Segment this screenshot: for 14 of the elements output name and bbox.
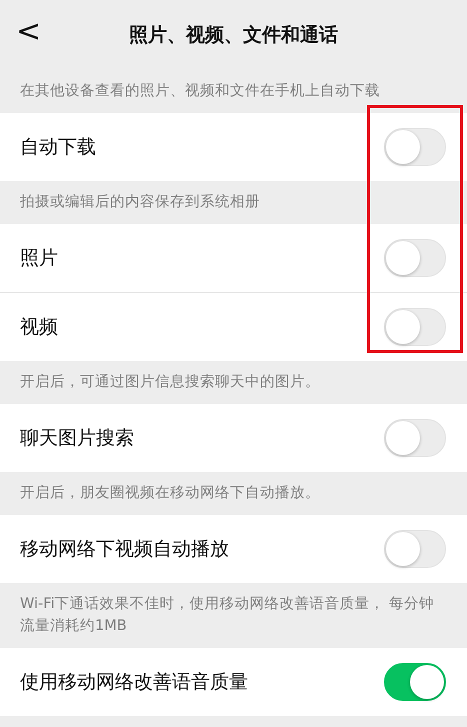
setting-label: 照片: [20, 246, 58, 271]
setting-label: 自动下载: [20, 135, 96, 160]
section-note: 拍摄或编辑后的内容保存到系统相册: [19, 192, 261, 212]
setting-label: 使用移动网络改善语音质量: [20, 670, 248, 695]
section-note: Wi-Fi下通话效果不佳时，使用移动网络改善语音质量， 每分钟流量消耗约1MB: [19, 594, 436, 636]
setting-label: 聊天图片搜索: [20, 426, 134, 451]
section-note: 开启后，朋友圈视频在移动网络下自动播放。: [19, 484, 321, 503]
back-button[interactable]: <: [16, 14, 42, 49]
setting-label: 视频: [20, 315, 58, 340]
page-title: 照片、视频、文件和通话: [129, 23, 338, 48]
setting-label: 移动网络下视频自动播放: [20, 537, 229, 562]
section-note: 在其他设备查看的照片、视频和文件在手机上自动下载: [19, 82, 381, 101]
toggle-switch[interactable]: [384, 663, 446, 701]
section-note: 开启后，可通过图片信息搜索聊天中的图片。: [19, 372, 321, 392]
